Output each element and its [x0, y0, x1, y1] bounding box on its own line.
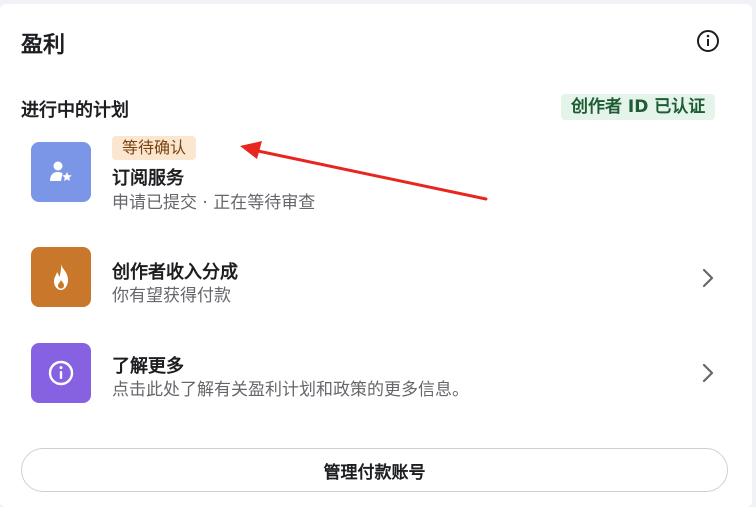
- learn-more-subtitle: 点击此处了解有关盈利计划和政策的更多信息。: [112, 380, 469, 400]
- manage-payout-account-button[interactable]: 管理付款账号: [21, 448, 728, 492]
- chevron-right-icon[interactable]: [701, 268, 715, 288]
- learn-more-row-icon: [31, 343, 91, 403]
- info-icon: [48, 360, 74, 386]
- revenue-share-subtitle: 你有望获得付款: [112, 286, 231, 306]
- subscription-title[interactable]: 订阅服务: [112, 164, 184, 190]
- monetization-card: 盈利 进行中的计划 创作者 ID 已认证: [0, 4, 752, 507]
- creator-id-verified-badge: 创作者 ID 已认证: [561, 94, 716, 120]
- page-title: 盈利: [21, 33, 66, 58]
- person-star-icon: [50, 161, 72, 181]
- section-label: 进行中的计划: [21, 100, 129, 121]
- flame-icon: [54, 264, 68, 290]
- info-circle-icon[interactable]: [696, 29, 720, 53]
- subscription-subtitle: 申请已提交 · 正在等待审查: [112, 193, 316, 213]
- chevron-right-icon[interactable]: [701, 363, 715, 383]
- revenue-share-row-icon: [31, 247, 91, 307]
- pending-status-badge: 等待确认: [112, 136, 197, 160]
- subscription-row-icon: [31, 142, 91, 202]
